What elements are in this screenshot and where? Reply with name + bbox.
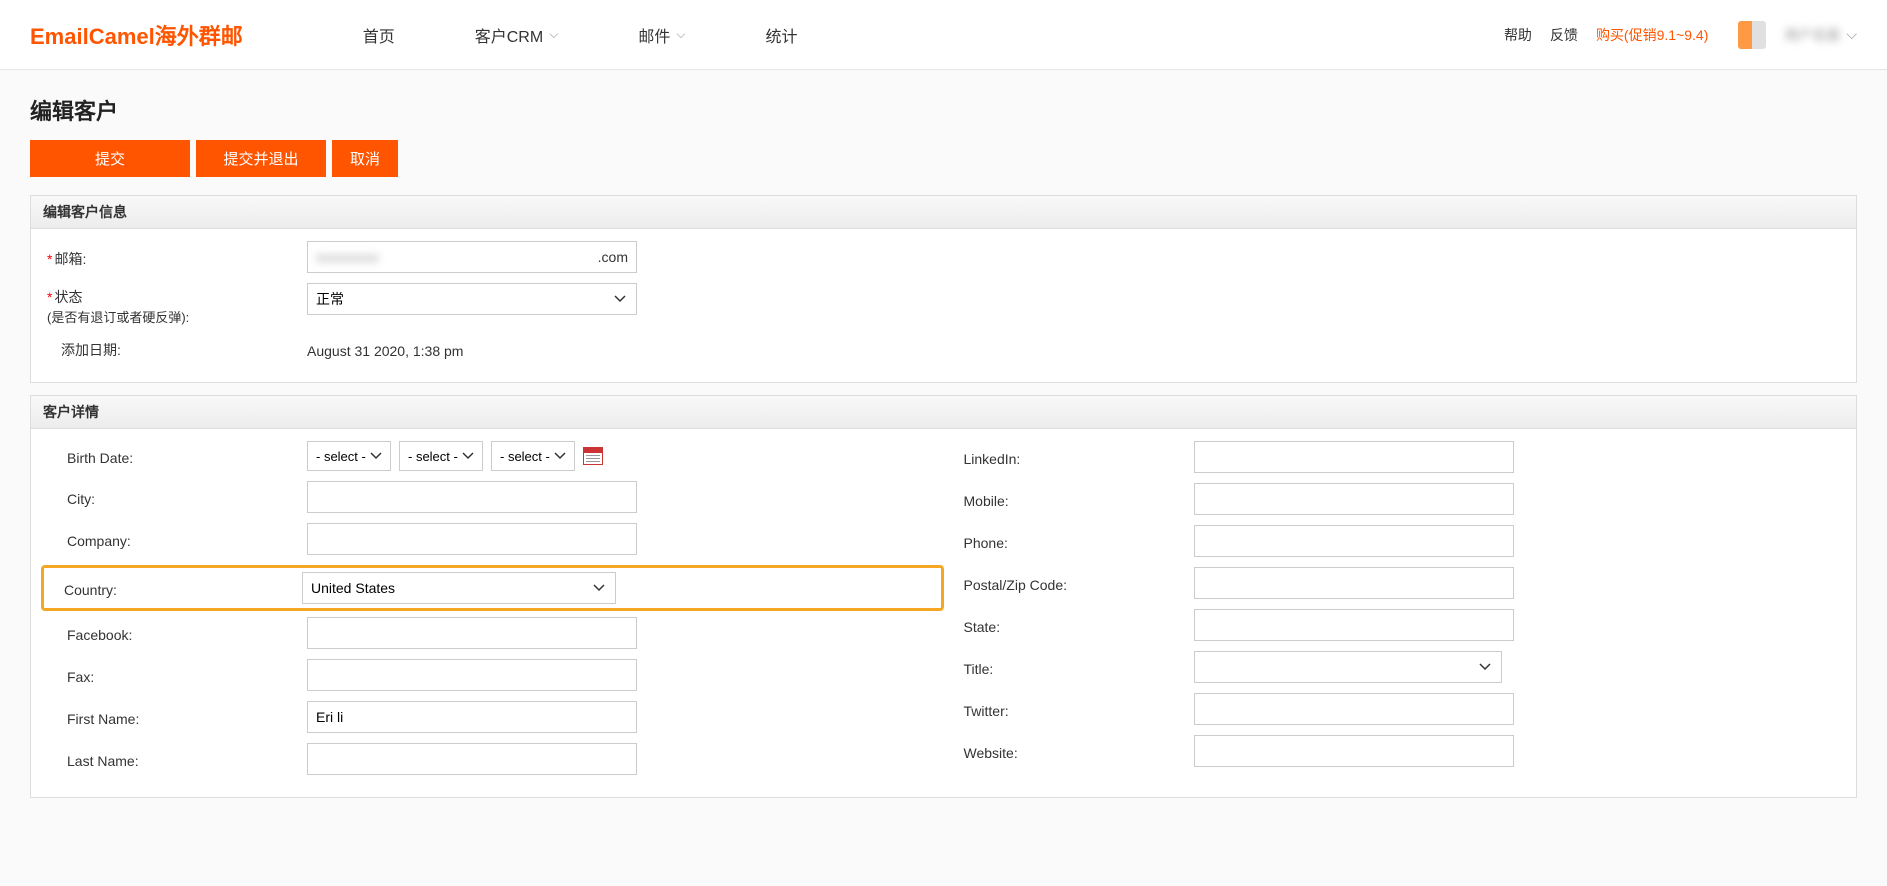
avatar[interactable]	[1738, 21, 1766, 49]
email-label: *邮箱:	[47, 245, 307, 269]
cancel-button[interactable]: 取消	[332, 140, 398, 177]
email-row: *邮箱: xxxxxxxxx.com	[47, 241, 1840, 273]
status-label: *状态(是否有退订或者硬反弹):	[47, 283, 307, 326]
submit-exit-button[interactable]: 提交并退出	[196, 140, 326, 177]
mobile-input[interactable]	[1194, 483, 1514, 515]
help-link[interactable]: 帮助	[1504, 25, 1532, 45]
title-select[interactable]	[1194, 651, 1502, 683]
fax-input[interactable]	[307, 659, 637, 691]
promo-link[interactable]: 购买(促销9.1~9.4)	[1596, 25, 1708, 45]
chevron-down-icon: ⌵	[1846, 26, 1857, 43]
birth-day-select[interactable]: - select -	[399, 441, 483, 471]
website-input[interactable]	[1194, 735, 1514, 767]
twitter-input[interactable]	[1194, 693, 1514, 725]
lastname-input[interactable]	[307, 743, 637, 775]
top-header: EmailCamel海外群邮 首页 客户CRM⌵ 邮件⌵ 统计 帮助 反馈 购买…	[0, 0, 1887, 70]
details-right-column: LinkedIn: Mobile: Phone: Postal/Zip Code…	[944, 441, 1841, 785]
submit-button[interactable]: 提交	[30, 140, 190, 177]
company-row: Company:	[47, 523, 944, 555]
linkedin-input[interactable]	[1194, 441, 1514, 473]
title-row: Title:	[944, 651, 1841, 683]
section-details: 客户详情 Birth Date: - select - - select - -…	[30, 395, 1857, 798]
email-input[interactable]: xxxxxxxxx.com	[307, 241, 637, 273]
date-value: August 31 2020, 1:38 pm	[307, 337, 1840, 359]
section-edit-info: 编辑客户信息 *邮箱: xxxxxxxxx.com *状态(是否有退订或者硬反弹…	[30, 195, 1857, 383]
header-right: 帮助 反馈 购买(促销9.1~9.4) 用户名版⌵	[1504, 21, 1857, 49]
calendar-icon[interactable]	[583, 447, 603, 465]
lastname-row: Last Name:	[47, 743, 944, 775]
state-input[interactable]	[1194, 609, 1514, 641]
main-nav: 首页 客户CRM⌵ 邮件⌵ 统计	[323, 23, 1504, 47]
feedback-link[interactable]: 反馈	[1550, 25, 1578, 45]
birthdate-row: Birth Date: - select - - select - - sele…	[47, 441, 944, 471]
user-dropdown[interactable]: 用户名版⌵	[1784, 25, 1857, 45]
city-input[interactable]	[307, 481, 637, 513]
nav-stats[interactable]: 统计	[725, 23, 837, 47]
facebook-row: Facebook:	[47, 617, 944, 649]
details-left-column: Birth Date: - select - - select - - sele…	[47, 441, 944, 785]
chevron-down-icon: ⌵	[549, 27, 558, 42]
status-select[interactable]: 正常	[307, 283, 637, 315]
section-header: 客户详情	[31, 396, 1856, 429]
nav-home[interactable]: 首页	[323, 23, 435, 47]
birth-year-select[interactable]: - select -	[491, 441, 575, 471]
facebook-input[interactable]	[307, 617, 637, 649]
phone-row: Phone:	[944, 525, 1841, 557]
chevron-down-icon: ⌵	[676, 27, 685, 42]
nav-mail[interactable]: 邮件⌵	[598, 23, 725, 47]
city-row: City:	[47, 481, 944, 513]
phone-input[interactable]	[1194, 525, 1514, 557]
status-row: *状态(是否有退订或者硬反弹): 正常	[47, 283, 1840, 326]
firstname-row: First Name:	[47, 701, 944, 733]
country-select[interactable]: United States	[302, 572, 616, 604]
date-row: 添加日期: August 31 2020, 1:38 pm	[47, 336, 1840, 360]
action-buttons: 提交 提交并退出 取消	[30, 140, 1857, 177]
fax-row: Fax:	[47, 659, 944, 691]
firstname-input[interactable]	[307, 701, 637, 733]
section-header: 编辑客户信息	[31, 196, 1856, 229]
birth-month-select[interactable]: - select -	[307, 441, 391, 471]
main-content: 编辑客户 提交 提交并退出 取消 编辑客户信息 *邮箱: xxxxxxxxx.c…	[0, 70, 1887, 886]
page-title: 编辑客户	[30, 94, 1857, 126]
company-input[interactable]	[307, 523, 637, 555]
postal-input[interactable]	[1194, 567, 1514, 599]
mobile-row: Mobile:	[944, 483, 1841, 515]
twitter-row: Twitter:	[944, 693, 1841, 725]
nav-crm[interactable]: 客户CRM⌵	[435, 23, 599, 47]
country-row-highlighted: Country: United States	[41, 565, 944, 611]
website-row: Website:	[944, 735, 1841, 767]
date-label: 添加日期:	[47, 336, 307, 360]
logo[interactable]: EmailCamel海外群邮	[30, 19, 243, 51]
state-row: State:	[944, 609, 1841, 641]
linkedin-row: LinkedIn:	[944, 441, 1841, 473]
postal-row: Postal/Zip Code:	[944, 567, 1841, 599]
